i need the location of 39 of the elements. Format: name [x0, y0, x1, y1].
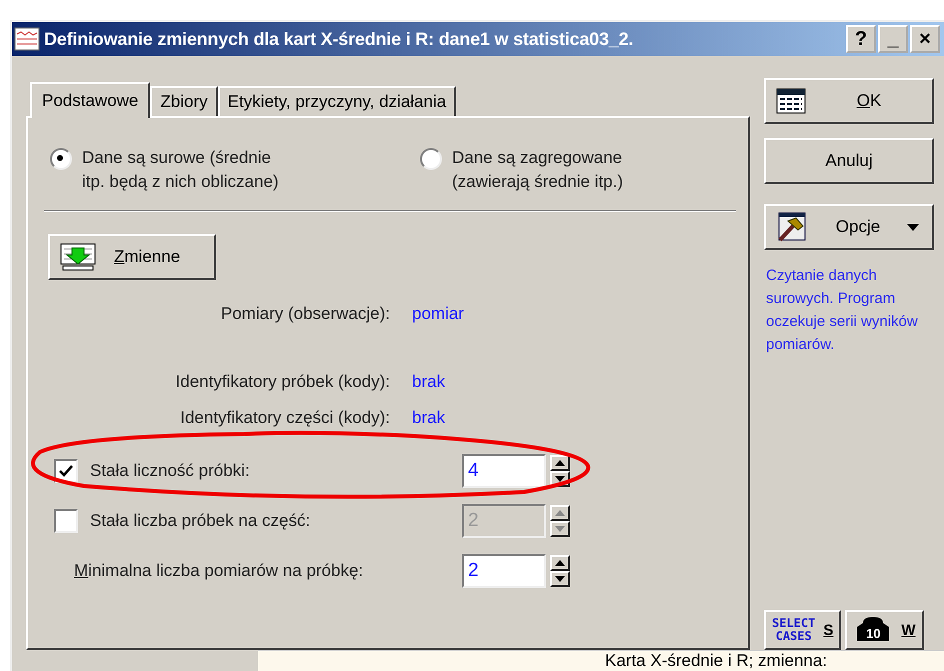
table-icon	[776, 88, 806, 114]
minimize-button[interactable]: _	[878, 25, 908, 53]
radio-button[interactable]	[420, 148, 442, 170]
spin-buttons[interactable]	[550, 455, 570, 487]
tab[interactable]: Etykiety, przyczyny, działania	[218, 86, 456, 116]
chart-icon	[14, 27, 40, 51]
spin-buttons[interactable]	[550, 555, 570, 587]
spin-buttons[interactable]	[550, 505, 570, 537]
option-label: Stała liczność próbki:	[90, 461, 251, 481]
options-button[interactable]: Opcje	[764, 204, 934, 250]
variable-value[interactable]: pomiar	[412, 304, 464, 324]
check-icon	[58, 463, 74, 479]
cancel-button[interactable]: Anuluj	[764, 138, 934, 184]
table-arrow-icon	[60, 243, 96, 271]
option-label: Stała liczba próbek na część:	[90, 511, 312, 531]
checkbox[interactable]	[54, 459, 78, 483]
tab[interactable]: Podstawowe	[30, 82, 150, 118]
number-field[interactable]: 4	[462, 454, 546, 488]
hammer-icon	[776, 212, 806, 242]
variables-button[interactable]: Zmienne	[48, 234, 216, 280]
ok-button[interactable]: OK	[764, 78, 934, 124]
variable-value[interactable]: brak	[412, 372, 446, 392]
window-title: Definiowanie zmiennych dla kart X-średnie i R: dane1 w statistica03_2.	[44, 28, 634, 50]
variable-label: Pomiary (obserwacje):	[220, 304, 390, 324]
radio-label[interactable]: Dane są zagregowane (zawierają średnie itp.)	[452, 146, 624, 194]
option-label: Minimalna liczba pomiarów na próbkę:	[74, 561, 364, 581]
help-button[interactable]: ?	[846, 25, 876, 53]
variable-label: Identyfikatory próbek (kody):	[174, 372, 390, 392]
number-field[interactable]: 2	[462, 554, 546, 588]
weight-button[interactable]: 10 W	[845, 610, 924, 650]
hint-text: Czytanie danych surowych. Program oczekuje serii wyników pomiarów.	[765, 266, 919, 355]
tab[interactable]: Zbiory	[150, 86, 218, 116]
close-button[interactable]: ×	[910, 25, 940, 53]
radio-button[interactable]	[50, 148, 72, 170]
radio-label[interactable]: Dane są surowe (średnie itp. będą z nich obliczane)	[82, 146, 279, 194]
variable-label: Identyfikatory części (kody):	[179, 408, 390, 428]
caret-icon	[906, 222, 920, 232]
window-title: Karta X-średnie i R; zmienna:	[605, 651, 828, 670]
variable-value[interactable]: brak	[412, 408, 446, 428]
